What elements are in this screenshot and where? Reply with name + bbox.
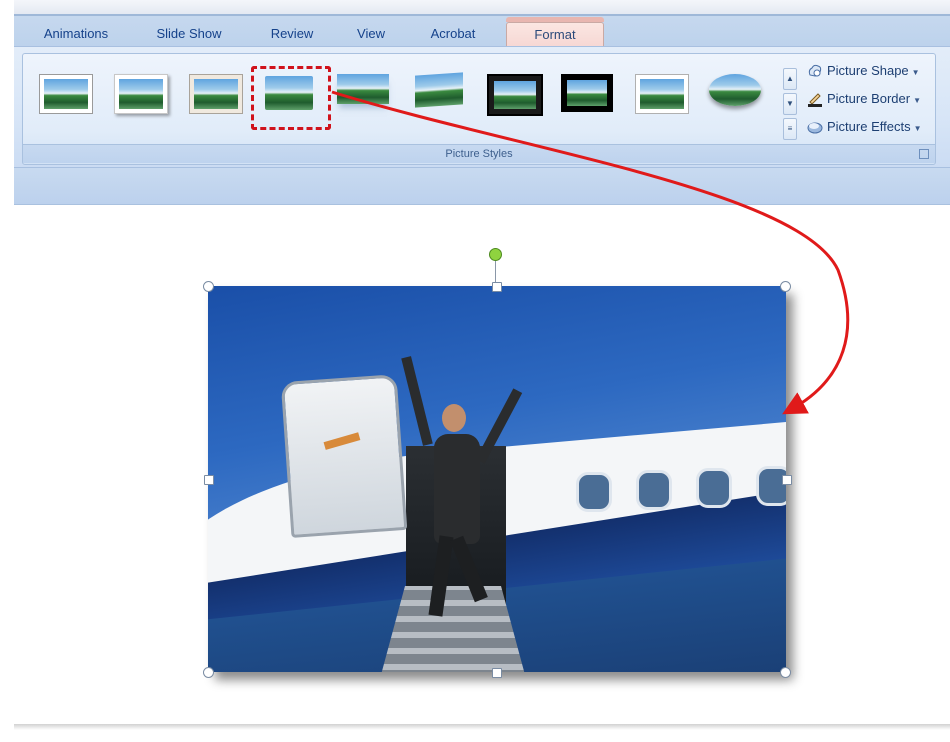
annotation-arrow-path xyxy=(331,90,850,415)
annotation-arrow xyxy=(331,90,850,415)
